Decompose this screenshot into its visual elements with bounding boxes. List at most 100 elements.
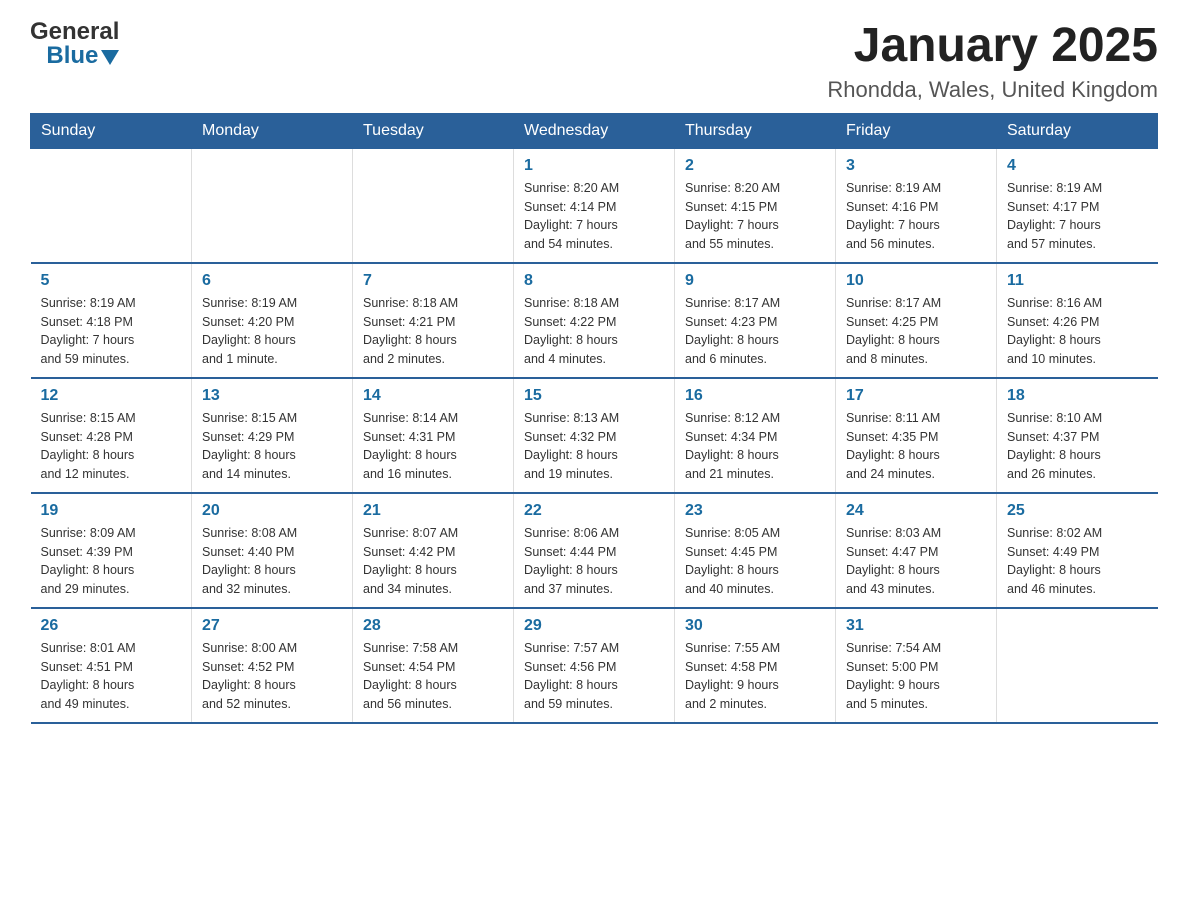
week-row-5: 26 Sunrise: 8:01 AM Sunset: 4:51 PM Dayli… <box>31 608 1158 723</box>
day-info: Sunrise: 8:20 AM Sunset: 4:15 PM Dayligh… <box>685 179 825 254</box>
day-number: 12 <box>41 387 182 405</box>
column-header-thursday: Thursday <box>675 113 836 148</box>
day-info: Sunrise: 8:03 AM Sunset: 4:47 PM Dayligh… <box>846 524 986 599</box>
week-row-4: 19Sunrise: 8:09 AM Sunset: 4:39 PM Dayli… <box>31 493 1158 608</box>
day-number: 29 <box>524 617 664 635</box>
day-cell: 13Sunrise: 8:15 AM Sunset: 4:29 PM Dayli… <box>192 378 353 493</box>
day-number: 18 <box>1007 387 1148 405</box>
day-number: 14 <box>363 387 503 405</box>
day-info: Sunrise: 8:00 AM Sunset: 4:52 PM Dayligh… <box>202 639 342 714</box>
day-info: Sunrise: 8:18 AM Sunset: 4:21 PM Dayligh… <box>363 294 503 369</box>
day-cell: 22Sunrise: 8:06 AM Sunset: 4:44 PM Dayli… <box>514 493 675 608</box>
day-cell: 17Sunrise: 8:11 AM Sunset: 4:35 PM Dayli… <box>836 378 997 493</box>
day-info: Sunrise: 8:13 AM Sunset: 4:32 PM Dayligh… <box>524 409 664 484</box>
day-cell: 30 Sunrise: 7:55 AM Sunset: 4:58 PM Dayli… <box>675 608 836 723</box>
day-info: Sunrise: 8:01 AM Sunset: 4:51 PM Dayligh… <box>41 639 182 714</box>
day-number: 13 <box>202 387 342 405</box>
day-number: 20 <box>202 502 342 520</box>
day-number: 28 <box>363 617 503 635</box>
day-cell: 2 Sunrise: 8:20 AM Sunset: 4:15 PM Daylig… <box>675 148 836 263</box>
day-number: 11 <box>1007 272 1148 290</box>
column-header-wednesday: Wednesday <box>514 113 675 148</box>
day-cell: 16 Sunrise: 8:12 AM Sunset: 4:34 PM Dayli… <box>675 378 836 493</box>
calendar-title: January 2025 <box>827 20 1158 73</box>
day-cell <box>31 148 192 263</box>
day-cell: 14 Sunrise: 8:14 AM Sunset: 4:31 PM Dayli… <box>353 378 514 493</box>
day-info: Sunrise: 8:09 AM Sunset: 4:39 PM Dayligh… <box>41 524 182 599</box>
day-cell <box>353 148 514 263</box>
week-row-1: 1Sunrise: 8:20 AM Sunset: 4:14 PM Daylig… <box>31 148 1158 263</box>
day-number: 5 <box>41 272 182 290</box>
day-number: 25 <box>1007 502 1148 520</box>
day-cell: 9 Sunrise: 8:17 AM Sunset: 4:23 PM Daylig… <box>675 263 836 378</box>
day-number: 15 <box>524 387 664 405</box>
day-info: Sunrise: 8:18 AM Sunset: 4:22 PM Dayligh… <box>524 294 664 369</box>
day-info: Sunrise: 8:15 AM Sunset: 4:28 PM Dayligh… <box>41 409 182 484</box>
logo-triangle-icon <box>101 50 119 65</box>
day-number: 24 <box>846 502 986 520</box>
day-cell: 29 Sunrise: 7:57 AM Sunset: 4:56 PM Dayli… <box>514 608 675 723</box>
day-number: 26 <box>41 617 182 635</box>
day-info: Sunrise: 7:54 AM Sunset: 5:00 PM Dayligh… <box>846 639 986 714</box>
day-number: 21 <box>363 502 503 520</box>
day-cell: 8 Sunrise: 8:18 AM Sunset: 4:22 PM Daylig… <box>514 263 675 378</box>
day-cell <box>192 148 353 263</box>
day-cell: 26 Sunrise: 8:01 AM Sunset: 4:51 PM Dayli… <box>31 608 192 723</box>
day-cell: 25 Sunrise: 8:02 AM Sunset: 4:49 PM Dayli… <box>997 493 1158 608</box>
day-cell: 1Sunrise: 8:20 AM Sunset: 4:14 PM Daylig… <box>514 148 675 263</box>
day-cell: 20 Sunrise: 8:08 AM Sunset: 4:40 PM Dayli… <box>192 493 353 608</box>
column-header-sunday: Sunday <box>31 113 192 148</box>
day-cell: 19Sunrise: 8:09 AM Sunset: 4:39 PM Dayli… <box>31 493 192 608</box>
day-info: Sunrise: 7:55 AM Sunset: 4:58 PM Dayligh… <box>685 639 825 714</box>
column-header-monday: Monday <box>192 113 353 148</box>
day-cell: 21 Sunrise: 8:07 AM Sunset: 4:42 PM Dayli… <box>353 493 514 608</box>
day-info: Sunrise: 8:17 AM Sunset: 4:25 PM Dayligh… <box>846 294 986 369</box>
day-cell: 12 Sunrise: 8:15 AM Sunset: 4:28 PM Dayli… <box>31 378 192 493</box>
day-number: 8 <box>524 272 664 290</box>
day-info: Sunrise: 8:12 AM Sunset: 4:34 PM Dayligh… <box>685 409 825 484</box>
day-number: 9 <box>685 272 825 290</box>
calendar-table: SundayMondayTuesdayWednesdayThursdayFrid… <box>30 113 1158 724</box>
day-number: 30 <box>685 617 825 635</box>
day-cell: 4 Sunrise: 8:19 AM Sunset: 4:17 PM Daylig… <box>997 148 1158 263</box>
day-number: 2 <box>685 157 825 175</box>
day-info: Sunrise: 8:19 AM Sunset: 4:20 PM Dayligh… <box>202 294 342 369</box>
day-info: Sunrise: 8:07 AM Sunset: 4:42 PM Dayligh… <box>363 524 503 599</box>
column-header-tuesday: Tuesday <box>353 113 514 148</box>
day-number: 6 <box>202 272 342 290</box>
day-number: 10 <box>846 272 986 290</box>
day-cell: 7Sunrise: 8:18 AM Sunset: 4:21 PM Daylig… <box>353 263 514 378</box>
day-info: Sunrise: 8:20 AM Sunset: 4:14 PM Dayligh… <box>524 179 664 254</box>
day-number: 4 <box>1007 157 1148 175</box>
day-info: Sunrise: 7:57 AM Sunset: 4:56 PM Dayligh… <box>524 639 664 714</box>
day-cell: 3Sunrise: 8:19 AM Sunset: 4:16 PM Daylig… <box>836 148 997 263</box>
week-row-3: 12 Sunrise: 8:15 AM Sunset: 4:28 PM Dayli… <box>31 378 1158 493</box>
day-cell: 31Sunrise: 7:54 AM Sunset: 5:00 PM Dayli… <box>836 608 997 723</box>
day-info: Sunrise: 8:05 AM Sunset: 4:45 PM Dayligh… <box>685 524 825 599</box>
day-info: Sunrise: 8:10 AM Sunset: 4:37 PM Dayligh… <box>1007 409 1148 484</box>
calendar-subtitle: Rhondda, Wales, United Kingdom <box>827 77 1158 103</box>
day-cell: 15 Sunrise: 8:13 AM Sunset: 4:32 PM Dayli… <box>514 378 675 493</box>
page-header: General Blue January 2025 Rhondda, Wales… <box>30 20 1158 103</box>
day-cell: 28Sunrise: 7:58 AM Sunset: 4:54 PM Dayli… <box>353 608 514 723</box>
column-header-friday: Friday <box>836 113 997 148</box>
day-number: 22 <box>524 502 664 520</box>
day-number: 16 <box>685 387 825 405</box>
day-info: Sunrise: 8:14 AM Sunset: 4:31 PM Dayligh… <box>363 409 503 484</box>
day-info: Sunrise: 8:08 AM Sunset: 4:40 PM Dayligh… <box>202 524 342 599</box>
day-cell: 5Sunrise: 8:19 AM Sunset: 4:18 PM Daylig… <box>31 263 192 378</box>
logo-blue: Blue <box>46 44 98 68</box>
day-cell: 10 Sunrise: 8:17 AM Sunset: 4:25 PM Dayli… <box>836 263 997 378</box>
day-number: 27 <box>202 617 342 635</box>
day-info: Sunrise: 8:17 AM Sunset: 4:23 PM Dayligh… <box>685 294 825 369</box>
day-info: Sunrise: 8:02 AM Sunset: 4:49 PM Dayligh… <box>1007 524 1148 599</box>
day-cell <box>997 608 1158 723</box>
week-row-2: 5Sunrise: 8:19 AM Sunset: 4:18 PM Daylig… <box>31 263 1158 378</box>
day-cell: 27 Sunrise: 8:00 AM Sunset: 4:52 PM Dayli… <box>192 608 353 723</box>
day-info: Sunrise: 8:19 AM Sunset: 4:17 PM Dayligh… <box>1007 179 1148 254</box>
logo-general: General <box>30 20 119 44</box>
day-number: 23 <box>685 502 825 520</box>
day-cell: 11 Sunrise: 8:16 AM Sunset: 4:26 PM Dayli… <box>997 263 1158 378</box>
day-info: Sunrise: 8:16 AM Sunset: 4:26 PM Dayligh… <box>1007 294 1148 369</box>
logo: General Blue <box>30 20 119 68</box>
